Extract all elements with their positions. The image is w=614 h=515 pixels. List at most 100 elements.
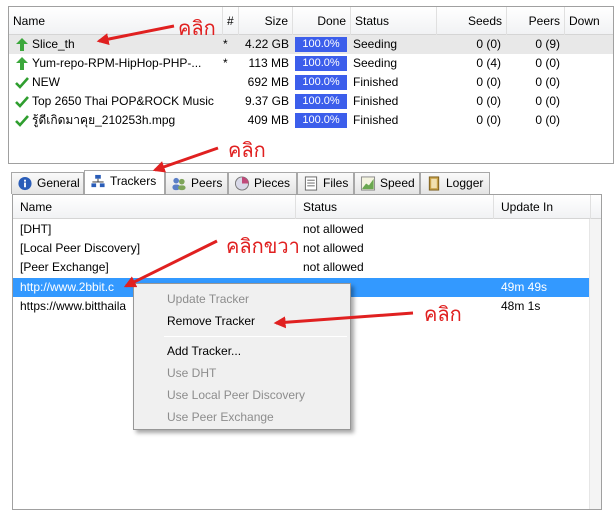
menu-remove-tracker[interactable]: Remove Tracker <box>136 310 348 332</box>
torrent-list: Name # Size Done Status Seeds Peers Down… <box>8 6 614 164</box>
tab-logger[interactable]: Logger <box>420 172 490 194</box>
peers-icon <box>172 177 186 191</box>
tab-label: Files <box>323 176 349 190</box>
seeding-arrow-icon <box>16 57 28 70</box>
torrent-peers: 0 (9) <box>535 37 560 51</box>
tracker-update-in: 49m 49s <box>501 280 548 294</box>
tab-label: Peers <box>191 176 223 190</box>
annotation-click: คลิก <box>178 16 216 40</box>
tab-trackers[interactable]: Trackers <box>84 170 165 194</box>
col-done[interactable]: Done <box>293 7 351 35</box>
tab-label: Logger <box>446 176 484 190</box>
annotation-right-click: คลิกขวา <box>226 234 300 258</box>
tracker-status: not allowed <box>303 222 364 236</box>
logger-icon <box>428 176 440 191</box>
col-status[interactable]: Status <box>351 7 437 35</box>
torrent-status: Finished <box>353 75 399 89</box>
tracker-context-menu: Update Tracker Remove Tracker Add Tracke… <box>133 283 351 430</box>
torrent-row[interactable]: NEW 692 MB 100.0% Finished 0 (0) 0 (0) <box>9 73 613 92</box>
speed-chart-icon <box>360 176 376 191</box>
torrent-row[interactable]: Top 2650 Thai POP&ROCK Music 9.37 GB 100… <box>9 92 613 111</box>
tab-label: Trackers <box>110 174 157 188</box>
tracker-row[interactable]: [Local Peer Discovery] not allowed <box>13 239 601 258</box>
tab-peers[interactable]: Peers <box>165 172 228 194</box>
torrent-seeds: 0 (0) <box>476 37 501 51</box>
torrent-peers: 0 (0) <box>535 113 560 127</box>
torrent-done-bar: 100.0% <box>295 56 347 71</box>
torrent-queue <box>223 73 237 92</box>
menu-use-local-peer-discovery[interactable]: Use Local Peer Discovery <box>136 384 348 406</box>
torrent-done-bar: 100.0% <box>295 75 347 90</box>
seeding-arrow-icon <box>16 38 28 51</box>
menu-add-tracker[interactable]: Add Tracker... <box>136 340 348 362</box>
col-tracker-status[interactable]: Status <box>296 195 494 219</box>
finished-check-icon <box>15 96 29 108</box>
detail-tabs: General Trackers Peers Pieces Files Spee… <box>8 170 614 194</box>
tab-speed[interactable]: Speed <box>354 172 420 194</box>
col-peers[interactable]: Peers <box>507 7 565 35</box>
finished-check-icon <box>15 115 29 127</box>
tracker-list-header: Name Status Update In <box>13 195 601 219</box>
menu-use-peer-exchange[interactable]: Use Peer Exchange <box>136 406 348 428</box>
tracker-status: not allowed <box>303 241 364 255</box>
col-size[interactable]: Size <box>239 7 293 35</box>
tab-label: Pieces <box>254 176 291 190</box>
menu-update-tracker[interactable]: Update Tracker <box>136 288 348 310</box>
torrent-status: Finished <box>353 94 399 108</box>
tracker-update-in: 48m 1s <box>501 299 541 313</box>
torrent-queue <box>223 111 237 130</box>
torrent-done-bar: 100.0% <box>295 94 347 109</box>
torrent-name: Top 2650 Thai POP&ROCK Music <box>32 94 214 108</box>
torrent-done-bar: 100.0% <box>295 37 347 52</box>
torrent-done-bar: 100.0% <box>295 113 347 128</box>
torrent-seeds: 0 (0) <box>476 113 501 127</box>
tab-label: Speed <box>380 176 415 190</box>
torrent-row[interactable]: Slice_th * 4.22 GB 100.0% Seeding 0 (0) … <box>9 35 613 54</box>
col-seeds[interactable]: Seeds <box>437 7 507 35</box>
files-icon <box>304 176 318 191</box>
col-tracker-name[interactable]: Name <box>13 195 296 219</box>
torrent-name: NEW <box>32 75 60 89</box>
torrent-queue: * <box>223 37 228 51</box>
tracker-scrollbar[interactable] <box>589 219 601 509</box>
menu-use-dht[interactable]: Use DHT <box>136 362 348 384</box>
torrent-seeds: 0 (0) <box>476 94 501 108</box>
tracker-row[interactable]: [Peer Exchange] not allowed <box>13 258 601 277</box>
torrent-peers: 0 (0) <box>535 75 560 89</box>
torrent-seeds: 0 (4) <box>476 56 501 70</box>
pieces-icon <box>234 176 250 191</box>
torrent-size: 692 MB <box>247 75 289 89</box>
tracker-row[interactable]: [DHT] not allowed <box>13 220 601 239</box>
menu-separator <box>164 336 347 337</box>
torrent-peers: 0 (0) <box>535 94 560 108</box>
tab-files[interactable]: Files <box>297 172 354 194</box>
tab-label: General <box>37 176 80 190</box>
col-tracker-update-in[interactable]: Update In <box>494 195 591 219</box>
torrent-name: Yum-repo-RPM-HipHop-PHP-... <box>32 56 202 70</box>
torrent-size: 113 MB <box>248 56 289 70</box>
info-icon <box>18 176 32 191</box>
tracker-update-in <box>501 220 591 239</box>
torrent-size: 409 MB <box>247 113 289 127</box>
torrent-row[interactable]: รู้ดีเกิดมาคุย_210253h.mpg 409 MB 100.0%… <box>9 111 613 130</box>
torrent-status: Seeding <box>353 56 398 70</box>
finished-check-icon <box>15 77 29 89</box>
tracker-update-in <box>501 239 591 258</box>
tracker-status: not allowed <box>303 260 364 274</box>
torrent-size: 9.37 GB <box>244 94 289 108</box>
torrent-status: Finished <box>353 113 399 127</box>
tab-pieces[interactable]: Pieces <box>228 172 297 194</box>
annotation-click: คลิก <box>424 302 462 326</box>
torrent-peers: 0 (0) <box>535 56 560 70</box>
col-queue[interactable]: # <box>223 7 239 35</box>
torrent-queue <box>223 92 237 111</box>
tracker-update-in <box>501 258 591 277</box>
torrent-row[interactable]: Yum-repo-RPM-HipHop-PHP-... * 113 MB 100… <box>9 54 613 73</box>
torrent-seeds: 0 (0) <box>476 75 501 89</box>
tab-general[interactable]: General <box>11 172 84 194</box>
torrent-size: 4.22 GB <box>244 37 289 51</box>
col-down[interactable]: Down <box>565 7 613 35</box>
annotation-click: คลิก <box>228 138 266 162</box>
torrent-list-header: Name # Size Done Status Seeds Peers Down <box>9 7 613 35</box>
torrent-name: รู้ดีเกิดมาคุย_210253h.mpg <box>32 113 176 127</box>
